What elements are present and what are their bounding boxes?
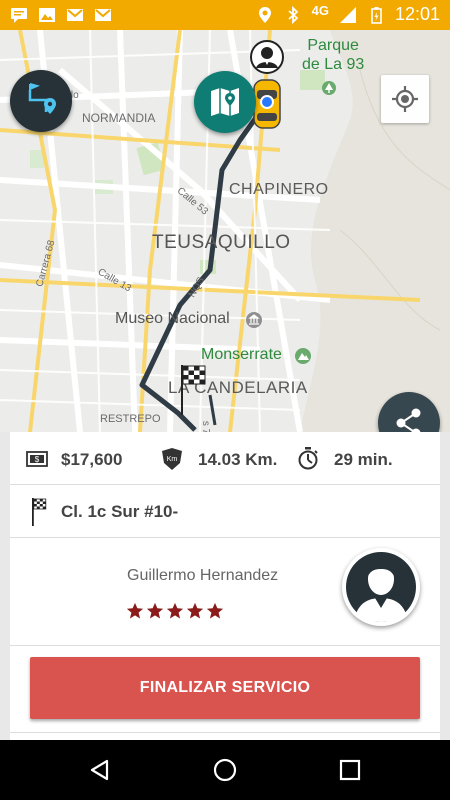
trip-panel: $ $17,600 Km 14.03 Km. 29 min. Cl. 1c Su… [0, 432, 450, 740]
map-label-parque: Parque de La 93 [302, 37, 365, 73]
message-icon [11, 8, 27, 23]
clock: 12:01 [394, 4, 440, 24]
money-icon: $ [26, 451, 48, 467]
notification-icons [10, 6, 112, 24]
my-location-button[interactable] [381, 75, 429, 123]
back-icon[interactable] [88, 758, 112, 782]
trip-duration: 29 min. [334, 450, 393, 469]
signal-icon [339, 6, 356, 23]
share-button[interactable] [378, 392, 440, 432]
star-icon [146, 602, 164, 619]
bluetooth-icon [288, 5, 298, 24]
network-type: 4G [311, 3, 329, 18]
map-label-museo: Museo Nacional [115, 310, 230, 327]
battery-icon [371, 6, 382, 24]
star-icon [126, 602, 144, 619]
status-bar: 4G 12:01 [0, 0, 450, 30]
driver-rating [126, 602, 224, 620]
map-label-normandia: NORMANDIA [82, 111, 156, 125]
destination-row: Cl. 1c Sur #10- [10, 485, 440, 538]
park-poi-icon [322, 81, 336, 95]
mountain-poi-icon [295, 348, 311, 364]
share-icon [396, 408, 421, 432]
map-view[interactable]: Parque de La 93 ado NORMANDIA CHAPINERO … [0, 30, 450, 432]
finish-service-button[interactable]: FINALIZAR SERVICIO [30, 657, 420, 719]
destination-address: Cl. 1c Sur #10- [61, 502, 179, 521]
recents-icon[interactable] [338, 758, 362, 782]
map-label-chapinero: CHAPINERO [229, 181, 329, 198]
location-icon [258, 6, 271, 23]
stopwatch-icon [298, 447, 318, 470]
system-icons: 4G 12:01 [256, 3, 440, 25]
trip-price: $17,600 [61, 450, 123, 469]
gmail-icon [95, 9, 111, 21]
map-label-teusaquillo: TEUSAQUILLO [152, 232, 291, 253]
map-icon [211, 88, 239, 116]
divider [10, 645, 440, 646]
system-nav-bar [0, 740, 450, 800]
svg-text:Km: Km [167, 456, 178, 463]
image-icon [39, 8, 55, 22]
map-label-s7: s 7 [200, 420, 212, 432]
driver-avatar-icon [346, 552, 416, 622]
trip-summary-row: $ $17,600 Km 14.03 Km. 29 min. [10, 432, 440, 485]
star-icon [186, 602, 204, 619]
route-button[interactable] [10, 70, 72, 132]
gps-icon [392, 86, 418, 112]
divider [10, 732, 440, 733]
distance-shield-icon: Km [162, 448, 182, 470]
map-label-monserrate: Monserrate [201, 346, 282, 363]
home-icon[interactable] [213, 758, 237, 782]
map-view-button[interactable] [194, 71, 256, 133]
checkered-flag-icon [181, 365, 206, 415]
star-icon [206, 602, 224, 619]
trip-card: $ $17,600 Km 14.03 Km. 29 min. Cl. 1c Su… [10, 432, 440, 740]
driver-avatar[interactable] [342, 548, 420, 626]
museum-poi-icon [246, 312, 262, 328]
destination-flag-icon [32, 498, 47, 526]
map-label-restrepo: RESTREPO [100, 413, 161, 425]
star-icon [166, 602, 184, 619]
trip-distance: 14.03 Km. [198, 450, 278, 469]
gmail-icon [67, 9, 83, 21]
driver-name: Guillermo Hernandez [127, 567, 279, 584]
svg-text:$: $ [35, 455, 40, 464]
route-icon [28, 83, 56, 114]
